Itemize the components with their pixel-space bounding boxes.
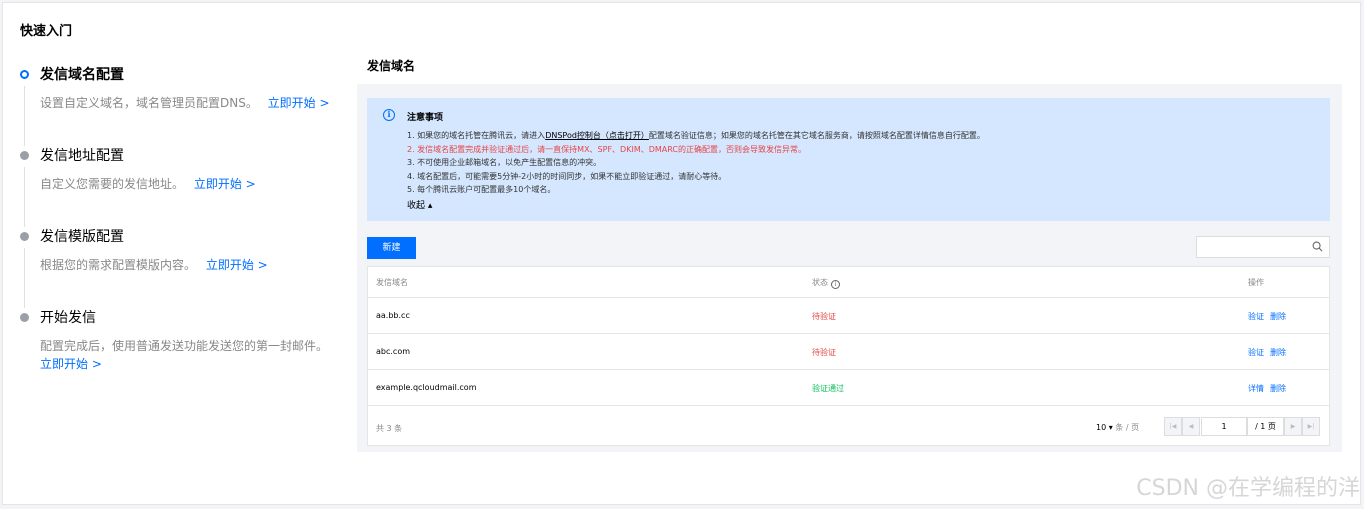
notice-line-5: 5. 每个腾讯云账户可配置最多10个域名。 — [407, 185, 556, 194]
step-desc: 设置自定义域名，域名管理员配置DNS。 立即开始 > — [40, 94, 340, 112]
start-link[interactable]: 立即开始 > — [40, 357, 102, 371]
page-size-select[interactable]: 10 ▾ 条 / 页 — [1096, 422, 1139, 433]
notice-line-4: 4. 域名配置后，可能需要5分钟-2小时的时间同步，如果不能立即验证通过，请耐心… — [407, 172, 727, 181]
table-row: aa.bb.cc 待验证 验证 删除 — [368, 298, 1329, 334]
delete-button[interactable]: 删除 — [1270, 348, 1286, 357]
step-connector — [24, 86, 25, 146]
step-active-dot-icon — [20, 70, 29, 79]
page-size-value[interactable]: 10 ▾ — [1096, 423, 1113, 432]
step-desc: 根据您的需求配置模版内容。 立即开始 > — [40, 256, 340, 274]
quick-start-title: 快速入门 — [20, 24, 73, 39]
header-domain: 发信域名 — [376, 278, 408, 287]
new-button[interactable]: 新建 — [367, 237, 416, 259]
notice-line-2: 2. 发信域名配置完成并验证通过后，请一直保持MX、SPF、DKIM、DMARC… — [407, 145, 807, 154]
table-row: abc.com 待验证 验证 删除 — [368, 334, 1329, 370]
row-status: 待验证 — [812, 312, 836, 321]
step-desc-text: 配置完成后，使用普通发送功能发送您的第一封邮件。 — [40, 339, 329, 353]
next-page-icon[interactable]: ▶ — [1284, 417, 1302, 436]
page-input[interactable]: 1 — [1201, 417, 1247, 436]
notice-title: 注意事项 — [407, 113, 444, 123]
row-domain: aa.bb.cc — [376, 311, 410, 320]
notice-box: i 注意事项 1. 如果您的域名托管在腾讯云，请进入DNSPod控制台（点击打开… — [367, 98, 1330, 221]
header-status: 状态 i — [812, 277, 840, 289]
start-link[interactable]: 立即开始 > — [194, 177, 256, 191]
row-domain: abc.com — [376, 347, 411, 356]
search-input[interactable] — [1196, 236, 1330, 258]
prev-page-icon[interactable]: ◀ — [1182, 417, 1200, 436]
delete-button[interactable]: 删除 — [1270, 312, 1286, 321]
start-link[interactable]: 立即开始 > — [268, 96, 330, 110]
verify-button[interactable]: 验证 — [1248, 348, 1264, 357]
step-dot-icon — [20, 313, 29, 322]
collapse-toggle[interactable]: 收起 ▴ — [407, 198, 432, 211]
notice-text: 1. 如果您的域名托管在腾讯云，请进入 — [407, 131, 546, 140]
step-desc-text: 根据您的需求配置模版内容。 — [40, 258, 197, 272]
step-connector — [24, 248, 25, 308]
info-icon: i — [383, 109, 395, 121]
domain-table: 发信域名 状态 i 操作 aa.bb.cc 待验证 验证 删除 abc.com 待验… — [367, 266, 1330, 446]
watermark: CSDN @在学编程的洋 — [1136, 476, 1360, 501]
total-count: 共 3 条 — [376, 424, 403, 433]
step-desc-text: 设置自定义域名，域名管理员配置DNS。 — [40, 96, 258, 110]
section-title: 发信域名 — [367, 59, 416, 73]
dnspod-console-link[interactable]: DNSPod控制台（点击打开） — [545, 131, 649, 140]
step-domain-config: 发信域名配置 设置自定义域名，域名管理员配置DNS。 立即开始 > — [20, 64, 340, 146]
step-dot-icon — [20, 151, 29, 160]
delete-button[interactable]: 删除 — [1270, 384, 1286, 393]
step-address-config: 发信地址配置 自定义您需要的发信地址。 立即开始 > — [20, 145, 340, 227]
details-button[interactable]: 详情 — [1248, 384, 1264, 393]
step-template-config: 发信模版配置 根据您的需求配置模版内容。 立即开始 > — [20, 226, 340, 308]
page-size-unit: 条 / 页 — [1115, 423, 1140, 432]
header-actions: 操作 — [1248, 278, 1264, 287]
table-header: 发信域名 状态 i 操作 — [368, 267, 1329, 298]
table-footer: 共 3 条 10 ▾ 条 / 页 |◀ ◀ 1 / 1 页 ▶ ▶| — [368, 408, 1329, 446]
notice-text: 配置域名验证信息；如果您的域名托管在其它域名服务商，请按照域名配置详情信息自行配… — [648, 131, 985, 140]
notice-line-3: 3. 不可使用企业邮箱域名，以免产生配置信息的冲突。 — [407, 158, 602, 167]
verify-button[interactable]: 验证 — [1248, 312, 1264, 321]
step-title: 发信域名配置 — [40, 67, 124, 83]
step-start-sending: 开始发信 配置完成后，使用普通发送功能发送您的第一封邮件。 立即开始 > — [20, 307, 340, 377]
step-dot-icon — [20, 232, 29, 241]
status-info-icon[interactable]: i — [831, 280, 840, 289]
row-actions: 详情 删除 — [1248, 383, 1292, 394]
row-domain: example.qcloudmail.com — [376, 383, 477, 392]
header-status-label: 状态 — [812, 278, 828, 287]
page-total: / 1 页 — [1247, 417, 1284, 436]
step-desc: 配置完成后，使用普通发送功能发送您的第一封邮件。 立即开始 > — [40, 337, 340, 373]
notice-line-1: 1. 如果您的域名托管在腾讯云，请进入DNSPod控制台（点击打开）配置域名验证… — [407, 130, 985, 141]
row-status: 验证通过 — [812, 384, 844, 393]
search-icon[interactable] — [1312, 241, 1323, 252]
start-link[interactable]: 立即开始 > — [206, 258, 268, 272]
first-page-icon[interactable]: |◀ — [1164, 417, 1182, 436]
row-actions: 验证 删除 — [1248, 311, 1292, 322]
table-row: example.qcloudmail.com 验证通过 详情 删除 — [368, 370, 1329, 406]
row-status: 待验证 — [812, 348, 836, 357]
last-page-icon[interactable]: ▶| — [1302, 417, 1320, 436]
step-desc-text: 自定义您需要的发信地址。 — [40, 177, 185, 191]
step-title: 开始发信 — [40, 310, 96, 326]
step-desc: 自定义您需要的发信地址。 立即开始 > — [40, 175, 340, 193]
step-connector — [24, 167, 25, 227]
row-actions: 验证 删除 — [1248, 347, 1292, 358]
step-title: 发信模版配置 — [40, 229, 124, 245]
step-title: 发信地址配置 — [40, 148, 124, 164]
